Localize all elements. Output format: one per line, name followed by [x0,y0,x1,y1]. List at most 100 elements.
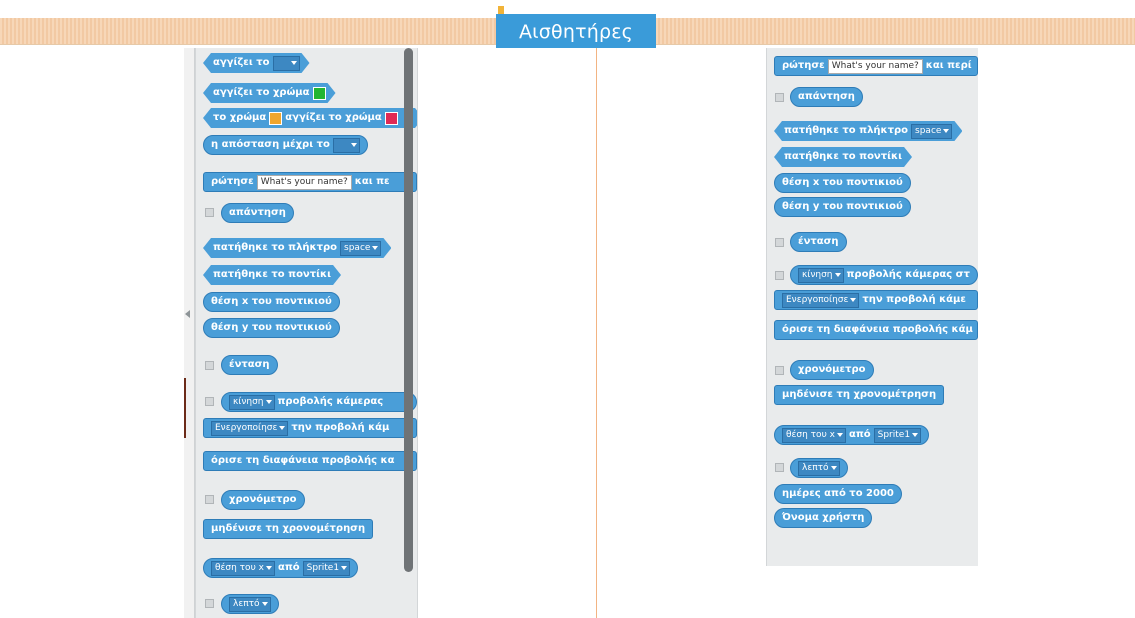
dropdown-value: λεπτό [802,462,829,473]
collapse-arrow-icon[interactable] [185,310,190,318]
chevron-down-icon [350,143,357,147]
mouse-down-block[interactable]: πατήθηκε το ποντίκι [774,147,912,167]
days-since-2000-reporter[interactable]: ημέρες από το 2000 [774,484,902,504]
loudness-checkbox[interactable] [205,361,214,370]
block-label: ένταση [229,359,270,370]
key-dropdown[interactable]: space [911,124,952,139]
timer-reporter[interactable]: χρονόμετρο [790,360,874,380]
answer-checkbox[interactable] [205,208,214,217]
video-motion-reporter[interactable]: κίνηση προβολής κάμερας στ [790,265,978,285]
timer-reporter[interactable]: χρονόμετρο [221,490,305,510]
block-label: θέση y του ποντικιού [782,201,903,212]
turn-video-block[interactable]: Ενεργοποίησε την προβολή κάμ [203,418,417,438]
color-touching-color-block[interactable]: το χρώμα αγγίζει το χρώμα [203,108,418,128]
block-label: ρώτησε [782,60,825,71]
chevron-down-icon [372,246,378,250]
sprite-dropdown[interactable]: Sprite1 [873,427,922,443]
key-pressed-block[interactable]: πατήθηκε το πλήκτρο space [203,238,391,258]
attribute-dropdown[interactable]: θέση του x [211,560,275,576]
ask-and-wait-block[interactable]: ρώτησε What's your name? και περί [774,56,978,76]
block-label: θέση y του ποντικιού [211,322,332,333]
block-label: θέση x του ποντικιού [782,177,903,188]
timer-checkbox[interactable] [205,495,214,504]
mouse-x-reporter[interactable]: θέση x του ποντικιού [203,292,340,312]
loudness-reporter[interactable]: ένταση [221,355,278,375]
block-label: αγγίζει το χρώμα [213,87,310,98]
block-label: την προβολή κάμε [862,294,966,305]
key-dropdown[interactable]: space [340,241,381,256]
stage-edge-marker [184,378,186,438]
loudness-reporter[interactable]: ένταση [790,232,847,252]
timer-checkbox[interactable] [775,366,784,375]
chevron-down-icon [291,61,297,65]
block-label: και πε [354,176,390,187]
block-label: από [848,429,871,440]
mouse-down-block[interactable]: πατήθηκε το ποντίκι [203,265,341,285]
distance-dropdown[interactable] [332,137,360,153]
key-pressed-block[interactable]: πατήθηκε το πλήκτρο space [774,121,962,141]
answer-reporter[interactable]: απάντηση [221,203,294,223]
palette-scrollbar[interactable] [404,48,413,572]
ask-input[interactable]: What's your name? [256,174,352,190]
current-checkbox[interactable] [775,463,784,472]
video-motion-checkbox[interactable] [205,397,214,406]
mouse-x-reporter[interactable]: θέση x του ποντικιού [774,173,911,193]
sensing-category-tab[interactable]: Αισθητήρες [496,14,656,48]
reset-timer-block[interactable]: μηδένισε τη χρονομέτρηση [774,385,945,405]
dropdown-value: θέση του x [786,429,835,440]
ask-input[interactable]: What's your name? [827,58,923,74]
touching-dropdown[interactable] [273,56,300,71]
current-time-reporter[interactable]: λεπτό [221,594,279,614]
loudness-checkbox[interactable] [775,238,784,247]
username-reporter[interactable]: Όνομα χρήστη [774,508,873,528]
sprite-dropdown[interactable]: Sprite1 [302,560,351,576]
distance-to-block[interactable]: η απόσταση μέχρι το [203,135,368,155]
chevron-down-icon [265,566,272,570]
attribute-dropdown[interactable]: θέση του x [782,427,846,443]
video-motion-dropdown[interactable]: κίνηση [229,394,275,410]
right-block-palette[interactable]: ρώτησε What's your name? και περί απάντη… [766,48,978,566]
answer-reporter[interactable]: απάντηση [790,87,863,107]
video-motion-reporter[interactable]: κίνηση προβολής κάμερας [221,392,417,412]
ask-and-wait-block[interactable]: ρώτησε What's your name? και πε [203,172,417,192]
turn-video-dropdown[interactable]: Ενεργοποίησε [211,420,289,436]
set-video-transparency-block[interactable]: όρισε τη διαφάνεια προβολής κάμ [774,320,978,340]
block-label: αγγίζει το χρώμα [285,112,382,123]
left-block-palette[interactable]: αγγίζει το αγγίζει το χρώμα το χρώμα αγγ… [195,48,418,618]
block-label: Όνομα χρήστη [782,512,865,523]
current-unit-dropdown[interactable]: λεπτό [229,596,271,612]
chevron-down-icon [912,433,919,437]
color-swatch-green[interactable] [313,87,326,100]
touching-color-block[interactable]: αγγίζει το χρώμα [203,83,336,103]
chevron-down-icon [341,566,348,570]
block-label: προβολής κάμερας [277,396,384,407]
block-label: θέση x του ποντικιού [211,296,332,307]
block-label: μηδένισε τη χρονομέτρηση [782,389,937,400]
current-unit-dropdown[interactable]: λεπτό [798,460,840,476]
current-time-reporter[interactable]: λεπτό [790,458,848,478]
reset-timer-block[interactable]: μηδένισε τη χρονομέτρηση [203,519,374,539]
dropdown-value: Ενεργοποίησε [786,294,849,305]
answer-checkbox[interactable] [775,93,784,102]
mouse-y-reporter[interactable]: θέση y του ποντικιού [203,318,340,338]
block-label: απάντηση [229,207,286,218]
video-motion-dropdown[interactable]: κίνηση [798,267,844,283]
mouse-y-reporter[interactable]: θέση y του ποντικιού [774,197,911,217]
turn-video-block[interactable]: Ενεργοποίησε την προβολή κάμε [774,290,978,310]
dropdown-value: Ενεργοποίησε [215,422,278,433]
turn-video-dropdown[interactable]: Ενεργοποίησε [782,292,860,308]
chevron-down-icon [265,400,272,404]
current-checkbox[interactable] [205,599,214,608]
center-divider [596,48,597,618]
color-swatch-orange[interactable] [269,112,282,125]
color-swatch-red[interactable] [385,112,398,125]
attribute-of-reporter[interactable]: θέση του x από Sprite1 [203,558,359,578]
block-label: πατήθηκε το πλήκτρο [784,125,909,136]
touching-block[interactable]: αγγίζει το [203,53,310,73]
attribute-of-reporter[interactable]: θέση του x από Sprite1 [774,425,930,445]
block-label: η απόσταση μέχρι το [211,139,330,150]
video-motion-checkbox[interactable] [775,271,784,280]
block-label: το χρώμα [213,112,267,123]
set-video-transparency-block[interactable]: όρισε τη διαφάνεια προβολής κα [203,451,417,471]
dropdown-value: θέση του x [215,562,264,573]
